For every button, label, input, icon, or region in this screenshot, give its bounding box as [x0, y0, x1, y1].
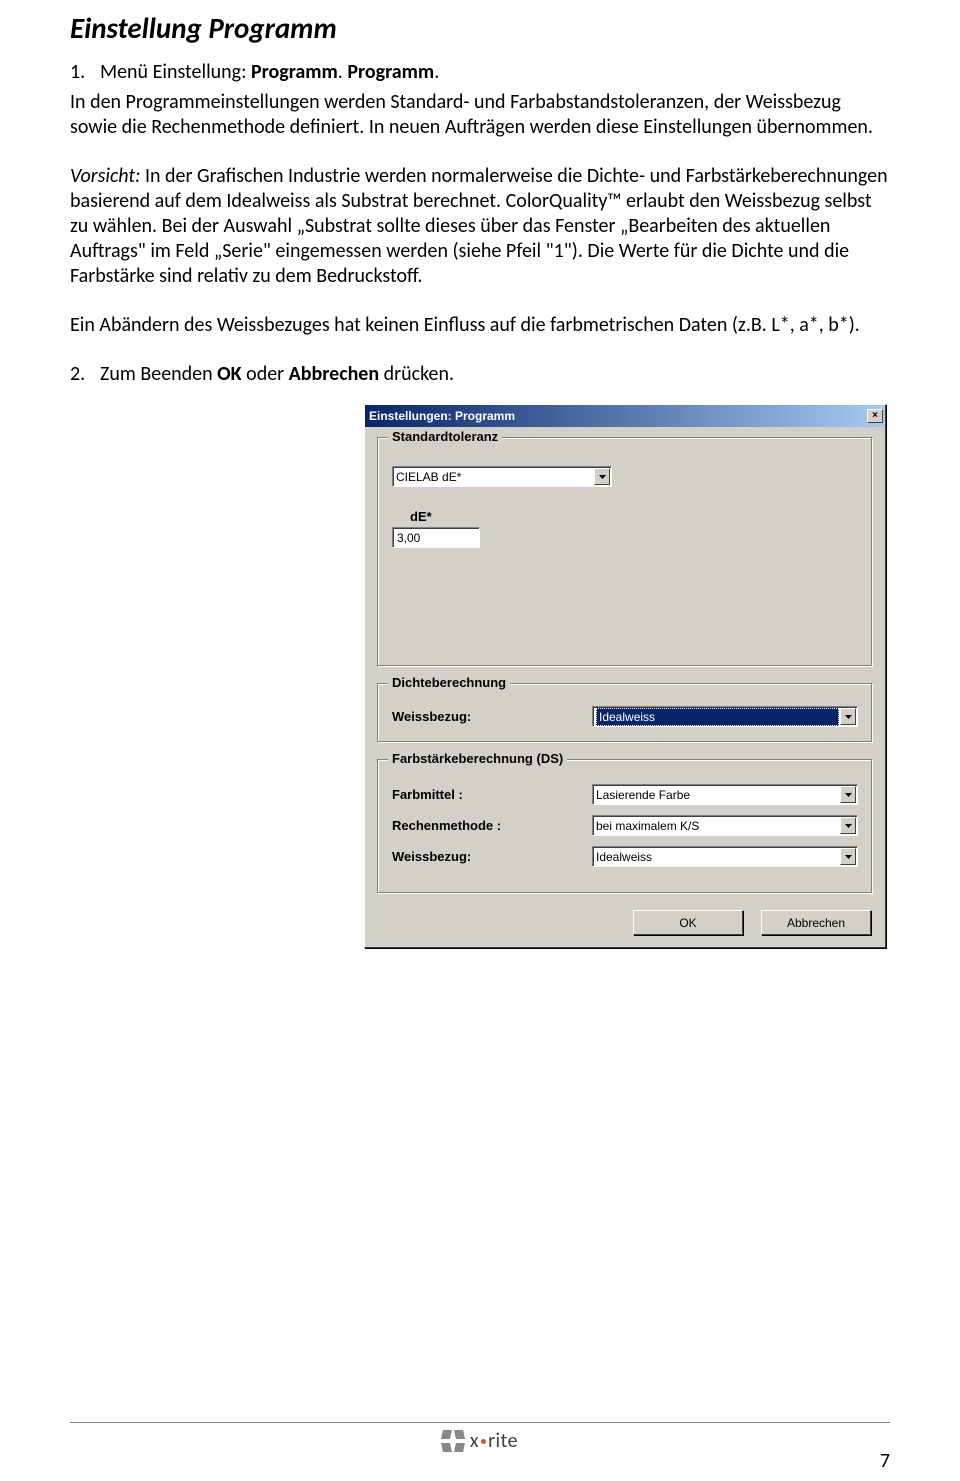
dialog-titlebar[interactable]: Einstellungen: Programm ×	[365, 405, 885, 427]
chevron-down-icon	[594, 468, 610, 485]
paragraph-note: Ein Abändern des Weissbezuges hat keinen…	[70, 313, 890, 338]
step-2: 2. Zum Beenden OK oder Abbrechen drücken…	[70, 362, 890, 386]
t: Abbrechen	[289, 362, 379, 386]
caution-label: Vorsicht:	[70, 164, 140, 188]
chevron-down-icon	[840, 848, 856, 865]
de-input[interactable]: 3,00	[392, 527, 480, 548]
page-heading: Einstellung Programm	[70, 10, 890, 46]
farb-weissbezug-value: Idealweiss	[596, 850, 652, 864]
t: OK	[217, 362, 241, 386]
close-button[interactable]: ×	[867, 409, 883, 423]
dialog-title: Einstellungen: Programm	[369, 409, 867, 423]
de-value: 3,00	[397, 531, 420, 545]
step-2-text: Zum Beenden OK oder Abbrechen drücken.	[100, 362, 890, 386]
close-icon: ×	[872, 411, 878, 421]
page-footer: xrite	[70, 1422, 890, 1453]
brand-part-b: rite	[488, 1429, 518, 1453]
caution-text: In der Grafischen Industrie werden norma…	[70, 164, 888, 288]
paragraph-intro: In den Programmeinstellungen werden Stan…	[70, 90, 890, 140]
t: .	[434, 60, 439, 84]
tolerance-method-select[interactable]: CIELAB dE*	[392, 466, 612, 487]
dichte-weissbezug-value: Idealweiss	[596, 708, 839, 726]
group-standardtoleranz-legend: Standardtoleranz	[388, 429, 502, 444]
page-number: 7	[880, 1449, 890, 1473]
step-2-number: 2.	[70, 362, 100, 386]
t: Zum Beenden	[100, 362, 217, 386]
chevron-down-icon	[840, 708, 856, 725]
cancel-button[interactable]: Abbrechen	[761, 910, 871, 935]
group-dichteberechnung-legend: Dichteberechnung	[388, 675, 510, 690]
ok-label: OK	[679, 916, 696, 930]
step-1: 1. Menü Einstellung: Programm. Programm.	[70, 60, 890, 84]
t: drücken.	[379, 362, 454, 386]
farb-weissbezug-label: Weissbezug:	[392, 849, 592, 864]
xrite-logo-text: xrite	[470, 1429, 518, 1453]
rechenmethode-label: Rechenmethode :	[392, 818, 592, 833]
xrite-logo-icon	[442, 1430, 464, 1452]
t: Menü Einstellung:	[100, 60, 251, 84]
de-label: dE*	[410, 509, 858, 524]
paragraph-caution: Vorsicht: In der Grafischen Industrie we…	[70, 164, 890, 289]
dichte-weissbezug-label: Weissbezug:	[392, 709, 592, 724]
chevron-down-icon	[840, 786, 856, 803]
group-farbstaerke: Farbstärkeberechnung (DS) Farbmittel : L…	[377, 759, 873, 894]
rechenmethode-select[interactable]: bei maximalem K/S	[592, 815, 858, 836]
brand-dot-icon	[481, 1439, 486, 1444]
farbmittel-value: Lasierende Farbe	[596, 788, 690, 802]
settings-dialog: Einstellungen: Programm × Standardtolera…	[364, 404, 886, 948]
step-1-number: 1.	[70, 60, 100, 84]
xrite-logo: xrite	[442, 1429, 518, 1453]
farbmittel-select[interactable]: Lasierende Farbe	[592, 784, 858, 805]
group-standardtoleranz: Standardtoleranz CIELAB dE* dE* 3,00	[377, 437, 873, 667]
group-farbstaerke-legend: Farbstärkeberechnung (DS)	[388, 751, 567, 766]
cancel-label: Abbrechen	[787, 916, 845, 930]
chevron-down-icon	[840, 817, 856, 834]
step-1-text: Menü Einstellung: Programm. Programm.	[100, 60, 890, 84]
t: oder	[242, 362, 289, 386]
t: Programm	[347, 60, 434, 84]
tolerance-method-value: CIELAB dE*	[396, 470, 461, 484]
t: Programm	[251, 60, 338, 84]
dichte-weissbezug-select[interactable]: Idealweiss	[592, 706, 858, 727]
rechenmethode-value: bei maximalem K/S	[596, 819, 699, 833]
group-dichteberechnung: Dichteberechnung Weissbezug: Idealweiss	[377, 683, 873, 743]
brand-part-a: x	[470, 1429, 479, 1453]
t: .	[338, 60, 348, 84]
farbmittel-label: Farbmittel :	[392, 787, 592, 802]
ok-button[interactable]: OK	[633, 910, 743, 935]
farb-weissbezug-select[interactable]: Idealweiss	[592, 846, 858, 867]
